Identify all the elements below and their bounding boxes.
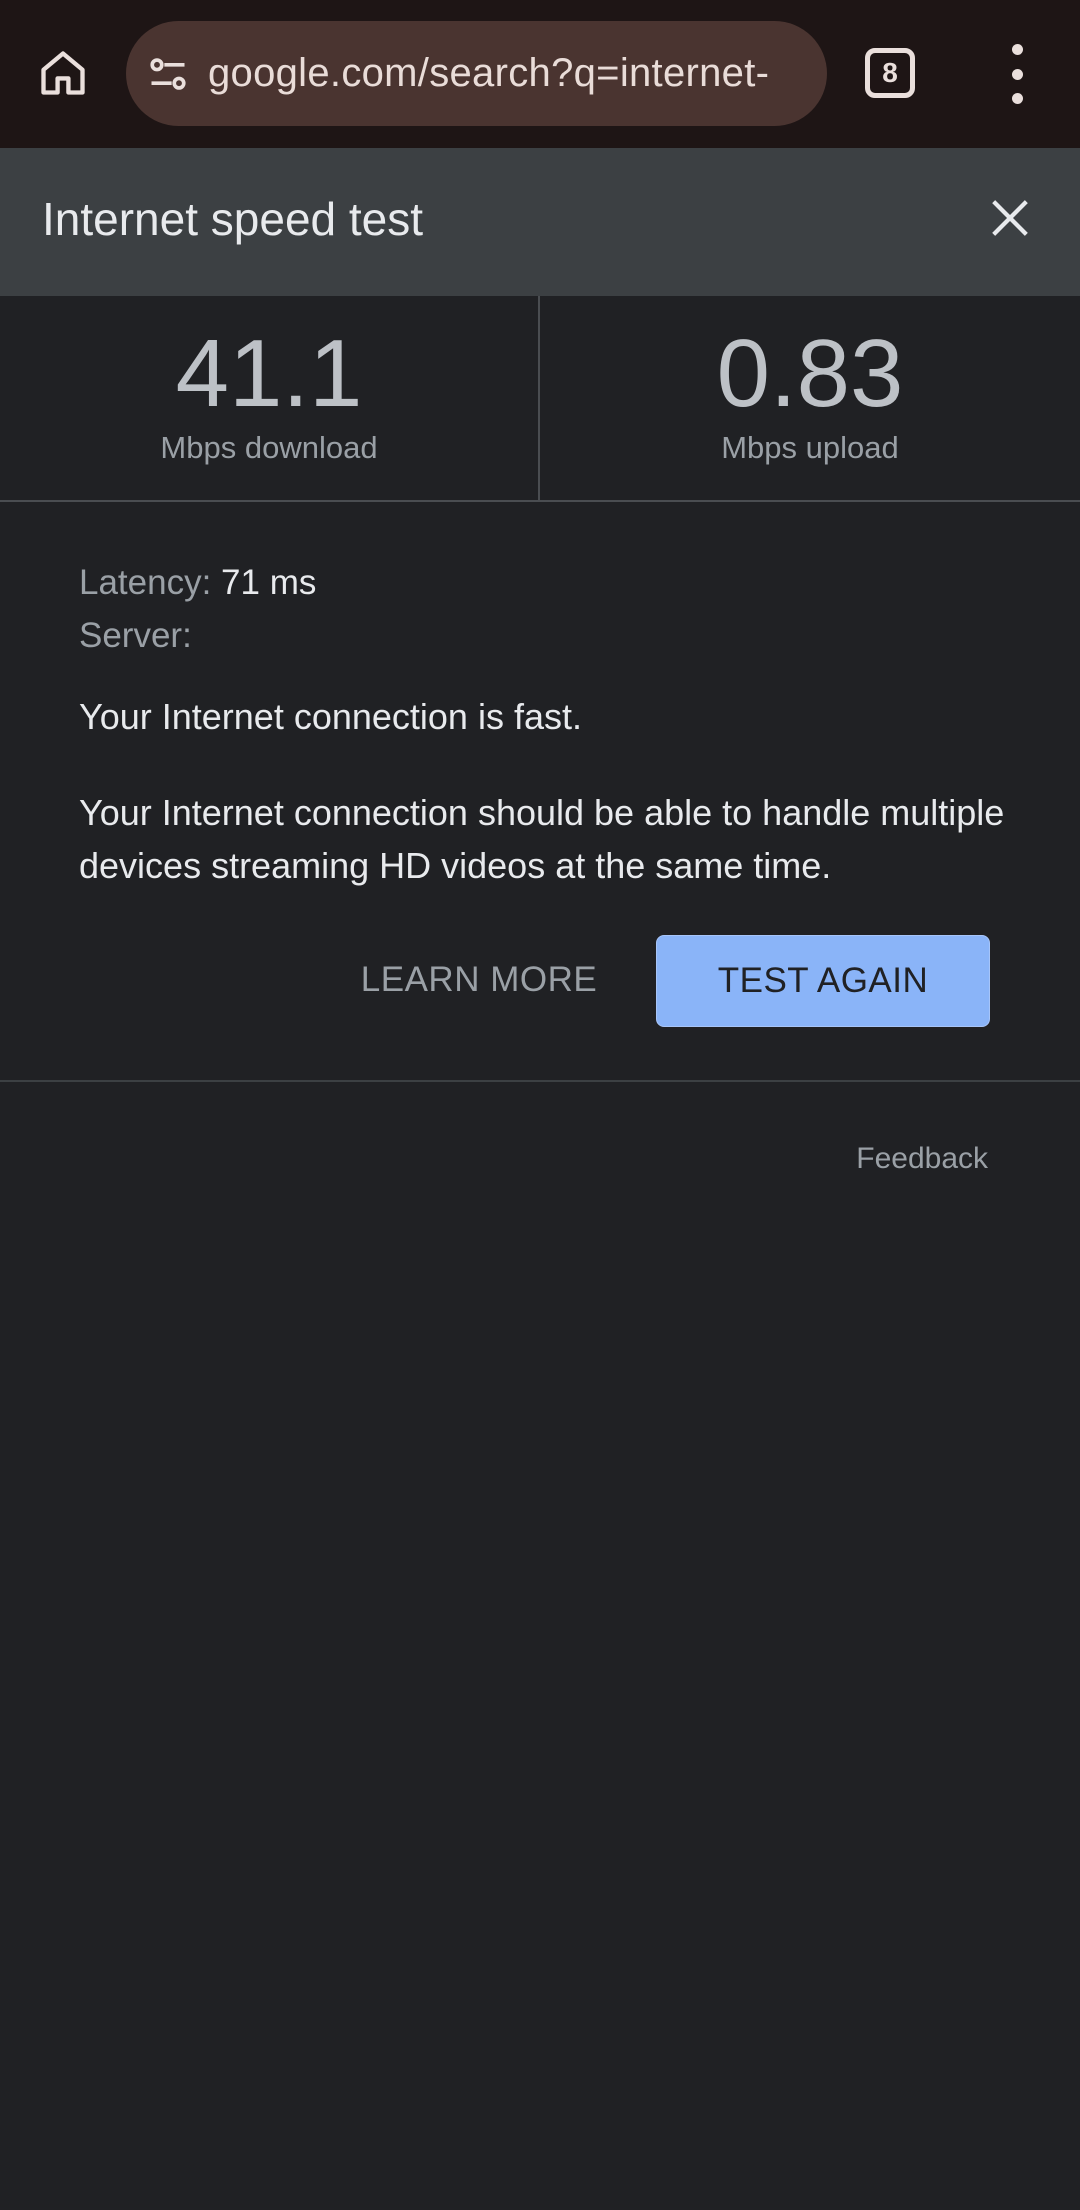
connection-explanation: Your Internet connection should be able … xyxy=(79,792,1005,886)
latency-value: 71 ms xyxy=(221,563,317,602)
server-label: Server: xyxy=(79,616,192,655)
latency-label: Latency: xyxy=(79,563,212,602)
learn-more-button[interactable]: LEARN MORE xyxy=(350,935,608,1025)
speedtest-header: Internet speed test xyxy=(0,148,1080,296)
server-row: Server: xyxy=(79,609,999,662)
address-bar[interactable]: google.com/search?q=internet- xyxy=(126,21,827,126)
divider xyxy=(0,1080,1080,1082)
more-vert-icon[interactable] xyxy=(995,44,1039,104)
latency-row: Latency: 71 ms xyxy=(79,556,999,609)
tab-switcher-button[interactable]: 8 xyxy=(865,48,915,98)
upload-result: 0.83 Mbps upload xyxy=(540,296,1080,500)
page-title: Internet speed test xyxy=(42,193,424,245)
close-button[interactable] xyxy=(982,190,1038,246)
test-details: Latency: 71 ms Server: xyxy=(79,556,999,662)
close-icon xyxy=(992,200,1028,236)
download-unit: Mbps download xyxy=(160,430,378,465)
upload-value: 0.83 xyxy=(716,320,904,427)
url-text[interactable]: google.com/search?q=internet- xyxy=(208,51,769,96)
connection-summary: Your Internet connection is fast. xyxy=(79,696,582,737)
download-value: 41.1 xyxy=(175,320,363,427)
home-button[interactable] xyxy=(30,40,96,106)
tab-count: 8 xyxy=(882,57,898,88)
feedback-link[interactable]: Feedback xyxy=(856,1142,988,1176)
download-result: 41.1 Mbps download xyxy=(0,296,540,500)
tune-icon[interactable] xyxy=(146,52,190,96)
speed-results: 41.1 Mbps download 0.83 Mbps upload xyxy=(0,296,1080,502)
upload-unit: Mbps upload xyxy=(721,430,899,465)
home-icon xyxy=(41,51,85,95)
test-again-button[interactable]: TEST AGAIN xyxy=(656,935,990,1027)
browser-toolbar: google.com/search?q=internet- 8 xyxy=(0,0,1080,148)
